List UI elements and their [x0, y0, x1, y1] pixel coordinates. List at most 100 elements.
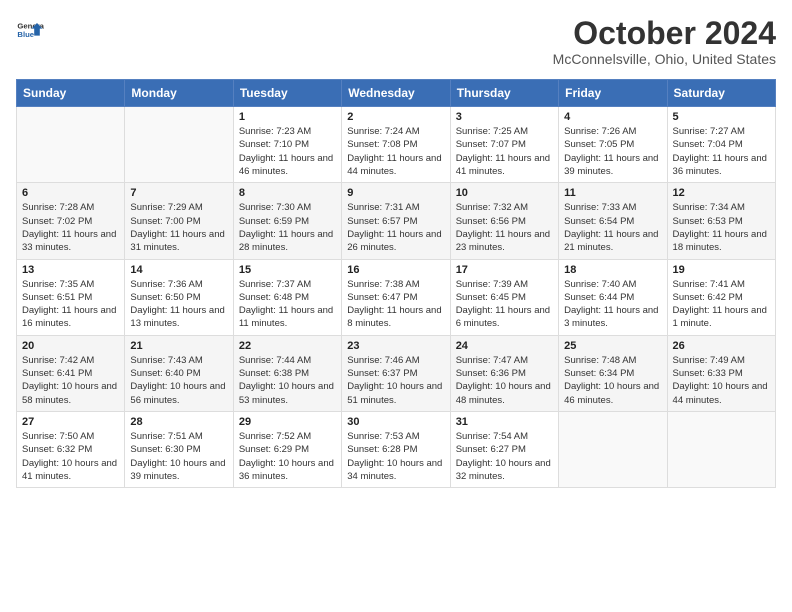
calendar-cell: 19 Sunrise: 7:41 AMSunset: 6:42 PMDayligh… — [667, 259, 775, 335]
calendar-week-row: 20 Sunrise: 7:42 AMSunset: 6:41 PMDayligh… — [17, 335, 776, 411]
day-info: Sunrise: 7:32 AMSunset: 6:56 PMDaylight:… — [456, 201, 553, 254]
page-header: General Blue October 2024 McConnelsville… — [16, 16, 776, 67]
day-number: 14 — [130, 264, 227, 276]
day-number: 29 — [239, 416, 336, 428]
day-number: 3 — [456, 111, 553, 123]
calendar-cell: 1 Sunrise: 7:23 AMSunset: 7:10 PMDaylight… — [233, 107, 341, 183]
calendar-cell: 25 Sunrise: 7:48 AMSunset: 6:34 PMDayligh… — [559, 335, 667, 411]
day-info: Sunrise: 7:29 AMSunset: 7:00 PMDaylight:… — [130, 201, 227, 254]
day-number: 5 — [673, 111, 770, 123]
day-info: Sunrise: 7:24 AMSunset: 7:08 PMDaylight:… — [347, 125, 444, 178]
day-number: 22 — [239, 340, 336, 352]
day-info: Sunrise: 7:47 AMSunset: 6:36 PMDaylight:… — [456, 354, 553, 407]
day-number: 19 — [673, 264, 770, 276]
weekday-header: Tuesday — [233, 80, 341, 107]
day-number: 27 — [22, 416, 119, 428]
calendar-cell: 24 Sunrise: 7:47 AMSunset: 6:36 PMDayligh… — [450, 335, 558, 411]
day-number: 4 — [564, 111, 661, 123]
calendar-cell — [667, 411, 775, 487]
day-number: 16 — [347, 264, 444, 276]
day-number: 2 — [347, 111, 444, 123]
day-number: 11 — [564, 187, 661, 199]
day-number: 8 — [239, 187, 336, 199]
day-number: 20 — [22, 340, 119, 352]
calendar-cell — [125, 107, 233, 183]
day-info: Sunrise: 7:30 AMSunset: 6:59 PMDaylight:… — [239, 201, 336, 254]
calendar-cell: 30 Sunrise: 7:53 AMSunset: 6:28 PMDayligh… — [342, 411, 450, 487]
calendar-cell: 11 Sunrise: 7:33 AMSunset: 6:54 PMDayligh… — [559, 183, 667, 259]
day-number: 9 — [347, 187, 444, 199]
day-number: 26 — [673, 340, 770, 352]
day-info: Sunrise: 7:44 AMSunset: 6:38 PMDaylight:… — [239, 354, 336, 407]
day-info: Sunrise: 7:39 AMSunset: 6:45 PMDaylight:… — [456, 278, 553, 331]
day-info: Sunrise: 7:41 AMSunset: 6:42 PMDaylight:… — [673, 278, 770, 331]
calendar-cell: 28 Sunrise: 7:51 AMSunset: 6:30 PMDayligh… — [125, 411, 233, 487]
calendar-cell: 21Sunrise: 7:43 AMSunset: 6:40 PMDayligh… — [125, 335, 233, 411]
calendar-week-row: 1 Sunrise: 7:23 AMSunset: 7:10 PMDaylight… — [17, 107, 776, 183]
calendar-table: SundayMondayTuesdayWednesdayThursdayFrid… — [16, 79, 776, 488]
weekday-header: Friday — [559, 80, 667, 107]
day-number: 18 — [564, 264, 661, 276]
calendar-week-row: 27 Sunrise: 7:50 AMSunset: 6:32 PMDayligh… — [17, 411, 776, 487]
day-number: 25 — [564, 340, 661, 352]
logo-icon: General Blue — [16, 16, 44, 44]
day-info: Sunrise: 7:34 AMSunset: 6:53 PMDaylight:… — [673, 201, 770, 254]
calendar-cell: 26 Sunrise: 7:49 AMSunset: 6:33 PMDayligh… — [667, 335, 775, 411]
calendar-cell: 29Sunrise: 7:52 AMSunset: 6:29 PMDayligh… — [233, 411, 341, 487]
day-info: Sunrise: 7:48 AMSunset: 6:34 PMDaylight:… — [564, 354, 661, 407]
day-info: Sunrise: 7:36 AMSunset: 6:50 PMDaylight:… — [130, 278, 227, 331]
day-number: 17 — [456, 264, 553, 276]
day-number: 7 — [130, 187, 227, 199]
calendar-cell: 22 Sunrise: 7:44 AMSunset: 6:38 PMDayligh… — [233, 335, 341, 411]
calendar-cell: 13 Sunrise: 7:35 AMSunset: 6:51 PMDayligh… — [17, 259, 125, 335]
day-info: Sunrise: 7:25 AMSunset: 7:07 PMDaylight:… — [456, 125, 553, 178]
calendar-cell: 31 Sunrise: 7:54 AMSunset: 6:27 PMDayligh… — [450, 411, 558, 487]
calendar-cell: 14 Sunrise: 7:36 AMSunset: 6:50 PMDayligh… — [125, 259, 233, 335]
day-number: 12 — [673, 187, 770, 199]
calendar-cell: 18 Sunrise: 7:40 AMSunset: 6:44 PMDayligh… — [559, 259, 667, 335]
day-number: 13 — [22, 264, 119, 276]
day-info: Sunrise: 7:50 AMSunset: 6:32 PMDaylight:… — [22, 430, 119, 483]
day-info: Sunrise: 7:53 AMSunset: 6:28 PMDaylight:… — [347, 430, 444, 483]
day-info: Sunrise: 7:26 AMSunset: 7:05 PMDaylight:… — [564, 125, 661, 178]
day-number: 10 — [456, 187, 553, 199]
svg-text:Blue: Blue — [17, 30, 34, 39]
day-info: Sunrise: 7:51 AMSunset: 6:30 PMDaylight:… — [130, 430, 227, 483]
day-info: Sunrise: 7:33 AMSunset: 6:54 PMDaylight:… — [564, 201, 661, 254]
calendar-week-row: 6 Sunrise: 7:28 AMSunset: 7:02 PMDaylight… — [17, 183, 776, 259]
day-number: 6 — [22, 187, 119, 199]
weekday-header: Monday — [125, 80, 233, 107]
day-number: 15 — [239, 264, 336, 276]
month-title: October 2024 — [553, 16, 776, 51]
calendar-cell: 23Sunrise: 7:46 AMSunset: 6:37 PMDayligh… — [342, 335, 450, 411]
calendar-week-row: 13 Sunrise: 7:35 AMSunset: 6:51 PMDayligh… — [17, 259, 776, 335]
weekday-header: Wednesday — [342, 80, 450, 107]
calendar-cell: 5Sunrise: 7:27 AMSunset: 7:04 PMDaylight… — [667, 107, 775, 183]
calendar-cell: 8 Sunrise: 7:30 AMSunset: 6:59 PMDaylight… — [233, 183, 341, 259]
day-info: Sunrise: 7:42 AMSunset: 6:41 PMDaylight:… — [22, 354, 119, 407]
calendar-cell: 4 Sunrise: 7:26 AMSunset: 7:05 PMDaylight… — [559, 107, 667, 183]
day-info: Sunrise: 7:35 AMSunset: 6:51 PMDaylight:… — [22, 278, 119, 331]
day-number: 31 — [456, 416, 553, 428]
day-info: Sunrise: 7:40 AMSunset: 6:44 PMDaylight:… — [564, 278, 661, 331]
day-info: Sunrise: 7:46 AMSunset: 6:37 PMDaylight:… — [347, 354, 444, 407]
day-info: Sunrise: 7:49 AMSunset: 6:33 PMDaylight:… — [673, 354, 770, 407]
calendar-cell: 27 Sunrise: 7:50 AMSunset: 6:32 PMDayligh… — [17, 411, 125, 487]
title-area: October 2024 McConnelsville, Ohio, Unite… — [553, 16, 776, 67]
day-number: 28 — [130, 416, 227, 428]
day-number: 1 — [239, 111, 336, 123]
day-info: Sunrise: 7:23 AMSunset: 7:10 PMDaylight:… — [239, 125, 336, 178]
calendar-cell: 12 Sunrise: 7:34 AMSunset: 6:53 PMDayligh… — [667, 183, 775, 259]
calendar-cell: 15Sunrise: 7:37 AMSunset: 6:48 PMDayligh… — [233, 259, 341, 335]
day-info: Sunrise: 7:54 AMSunset: 6:27 PMDaylight:… — [456, 430, 553, 483]
day-number: 30 — [347, 416, 444, 428]
calendar-cell: 20 Sunrise: 7:42 AMSunset: 6:41 PMDayligh… — [17, 335, 125, 411]
location: McConnelsville, Ohio, United States — [553, 51, 776, 67]
calendar-cell — [17, 107, 125, 183]
day-number: 24 — [456, 340, 553, 352]
day-info: Sunrise: 7:38 AMSunset: 6:47 PMDaylight:… — [347, 278, 444, 331]
calendar-cell: 10 Sunrise: 7:32 AMSunset: 6:56 PMDayligh… — [450, 183, 558, 259]
day-number: 21 — [130, 340, 227, 352]
day-info: Sunrise: 7:28 AMSunset: 7:02 PMDaylight:… — [22, 201, 119, 254]
calendar-cell: 2 Sunrise: 7:24 AMSunset: 7:08 PMDaylight… — [342, 107, 450, 183]
